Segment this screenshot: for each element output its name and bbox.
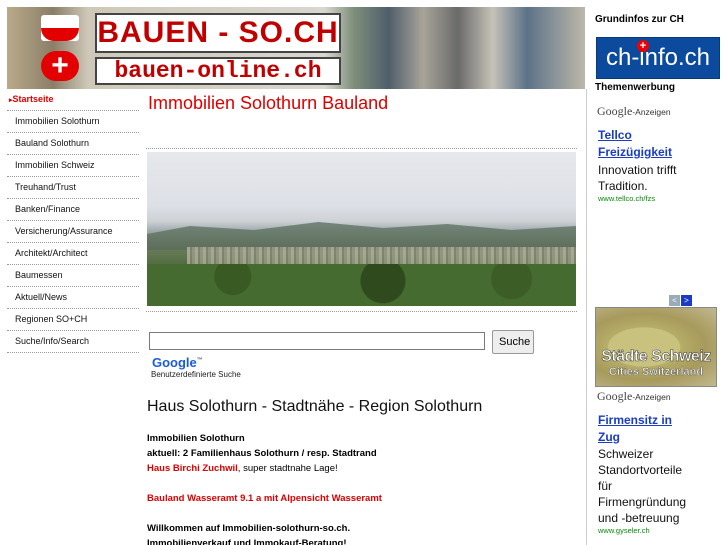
cities-title: Städte Schweiz: [601, 348, 711, 366]
nav-item-immobilien-schweiz[interactable]: Immobilien Schweiz: [7, 155, 139, 177]
site-name[interactable]: BAUEN - SO.CH: [95, 13, 341, 53]
swiss-cross-icon: +: [41, 51, 79, 81]
custom-search-label: Benutzerdefinierte Suche: [151, 370, 241, 379]
search-button[interactable]: Suche: [492, 330, 534, 354]
staedte-schweiz-banner[interactable]: Städte Schweiz Cities Switzerland: [595, 307, 717, 387]
nav-item-regionen[interactable]: Regionen SO+CH: [7, 309, 139, 331]
ch-info-logo[interactable]: + ch-info.ch: [596, 37, 720, 79]
ad-pager: < >: [669, 290, 693, 308]
nav-item-immobilien-solothurn[interactable]: Immobilien Solothurn: [7, 111, 139, 133]
google-ads-label[interactable]: Google-Anzeigen: [597, 104, 671, 119]
site-url[interactable]: bauen-online.ch: [95, 57, 341, 85]
nav-item-aktuell[interactable]: Aktuell/News: [7, 287, 139, 309]
ad2-text-line4: Firmengründung: [598, 495, 687, 509]
google-ads-label-2[interactable]: Google-Anzeigen: [597, 389, 671, 404]
ad2-url[interactable]: www.gyseler.ch: [598, 526, 650, 535]
main-content: Immobilien Solothurn Bauland Suche Googl…: [146, 89, 577, 545]
ch-info-cross-icon: +: [637, 40, 649, 52]
photo-hills: [147, 222, 576, 250]
intro-offer: Haus Birchi Zuchwil, super stadtnahe Lag…: [147, 461, 338, 476]
google-ads-word: Google: [597, 104, 633, 118]
cities-subtitle: Cities Switzerland: [608, 366, 704, 378]
nav-item-baumessen[interactable]: Baumessen: [7, 265, 139, 287]
solothurn-crest-icon: [41, 15, 79, 41]
ad2-title-line2[interactable]: Zug: [598, 429, 620, 446]
ch-info-text: ch-info.ch: [605, 44, 711, 71]
title-divider: [146, 148, 577, 149]
section-title: Haus Solothurn - Stadtnähe - Region Solo…: [147, 398, 483, 415]
ad1-text-line2: Tradition.: [598, 179, 648, 193]
nav-item-suche[interactable]: Suche/Info/Search: [7, 331, 139, 353]
ad1-title-line2[interactable]: Freizügigkeit: [598, 144, 672, 161]
ad1-url[interactable]: www.tellco.ch/fzs: [598, 194, 655, 203]
ad-prev-button[interactable]: <: [669, 295, 680, 306]
themenwerbung-heading: Themenwerbung: [595, 82, 676, 93]
nav-item-versicherung[interactable]: Versicherung/Assurance: [7, 221, 139, 243]
google-ads-suffix: -Anzeigen: [632, 107, 671, 117]
header-banner: + BAUEN - SO.CH bauen-online.ch: [7, 7, 585, 89]
nav-item-treuhand[interactable]: Treuhand/Trust: [7, 177, 139, 199]
intro-offer-rest: , super stadtnahe Lage!: [237, 463, 338, 474]
nav-item-banken[interactable]: Banken/Finance: [7, 199, 139, 221]
bauland-link[interactable]: Bauland Wasseramt 9.1 a mit Alpensicht W…: [147, 491, 382, 506]
landscape-photo: [147, 152, 576, 306]
ad2-text-line1: Schweizer: [598, 447, 654, 461]
intro-heading: Immobilien Solothurn: [147, 433, 245, 444]
grundinfos-heading: Grundinfos zur CH: [595, 14, 684, 25]
google-tm: ™: [196, 357, 203, 364]
ad-next-button[interactable]: >: [681, 295, 692, 306]
haus-birchi-link[interactable]: Haus Birchi Zuchwil: [147, 463, 238, 474]
google-logo: Google™: [152, 355, 203, 370]
ad2-title-line1[interactable]: Firmensitz in: [598, 412, 672, 429]
google-ads-word-2: Google: [597, 389, 633, 403]
ad2-text-line2: Standortvorteile: [598, 463, 683, 477]
photo-divider: [146, 311, 577, 312]
nav-item-startseite[interactable]: Startseite: [7, 89, 139, 111]
ad1-text-line1: Innovation trifft: [598, 163, 677, 177]
google-logo-text: Google: [152, 355, 197, 370]
nav-item-bauland-solothurn[interactable]: Bauland Solothurn: [7, 133, 139, 155]
welcome-subline: Immobilienverkauf und Immokauf-Beratung!: [147, 538, 347, 545]
nav-item-architekt[interactable]: Architekt/Architect: [7, 243, 139, 265]
search-input[interactable]: [149, 332, 485, 350]
ad2-text-line5: und -betreuung: [598, 511, 680, 525]
photo-trees: [147, 264, 576, 306]
ad2-text-line3: für: [598, 479, 613, 493]
ad1-title-line1[interactable]: Tellco: [598, 127, 632, 144]
google-ads-suffix-2: -Anzeigen: [632, 392, 671, 402]
page-title: Immobilien Solothurn Bauland: [148, 93, 389, 113]
sidebar-nav: Startseite Immobilien Solothurn Bauland …: [7, 89, 139, 353]
intro-current: aktuell: 2 Familienhaus Solothurn / resp…: [147, 448, 377, 459]
column-divider: [586, 89, 587, 545]
welcome-line: Willkommen auf Immobilien-solothurn-so.c…: [147, 523, 351, 534]
